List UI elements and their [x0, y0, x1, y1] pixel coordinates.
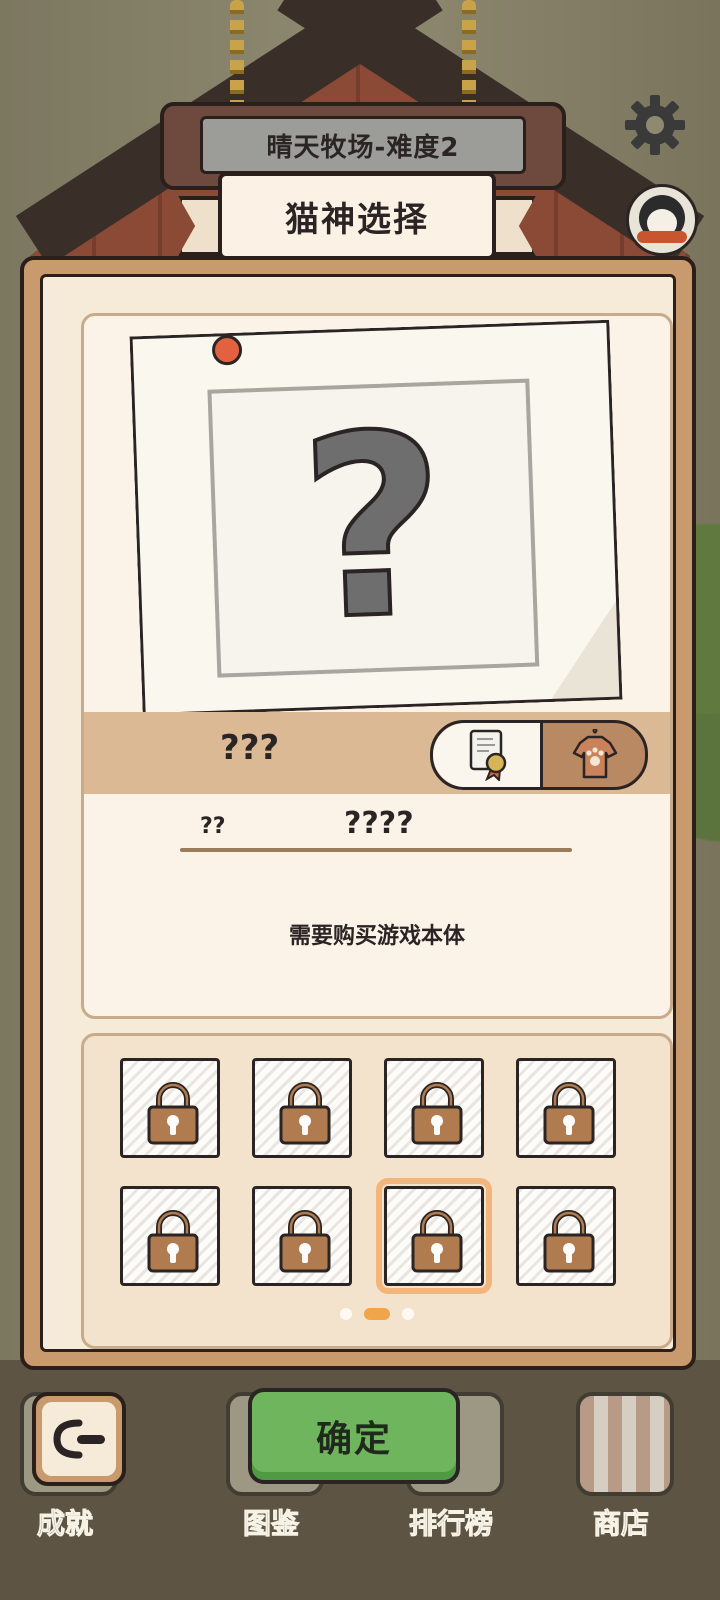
nav-shop[interactable]: 商店	[556, 1392, 686, 1542]
page-dot[interactable]	[402, 1308, 414, 1320]
lock-icon	[145, 1079, 201, 1145]
panel-content: ? ??? ?? ???? 需要购买游戏本体	[40, 274, 676, 1352]
name-bar: ???	[84, 712, 670, 794]
settings-button[interactable]	[620, 90, 690, 160]
cat-god-slot[interactable]	[384, 1058, 484, 1158]
purchase-notice: 需要购买游戏本体	[288, 924, 465, 949]
lock-icon	[541, 1079, 597, 1145]
shop-icon	[576, 1392, 674, 1496]
pin-head	[211, 334, 243, 366]
stat-divider	[180, 848, 572, 852]
page-dot[interactable]	[364, 1308, 390, 1320]
cat-god-slot[interactable]	[120, 1058, 220, 1158]
cat-god-selection-panel: ? ??? ?? ???? 需要购买游戏本体	[20, 256, 696, 1370]
title-ribbon: 猫神选择	[178, 172, 536, 268]
nav-leaderboard-label: 排行榜	[408, 1507, 493, 1541]
title-plate: 猫神选择	[218, 172, 496, 260]
lock-icon	[409, 1079, 465, 1145]
cat-god-info-card: ? ??? ?? ???? 需要购买游戏本体	[81, 313, 673, 1019]
portrait-paper: ?	[130, 320, 623, 717]
cat-god-slot[interactable]	[516, 1186, 616, 1286]
profile-avatar[interactable]	[626, 184, 698, 256]
lock-icon	[145, 1207, 201, 1273]
stat-divider-end	[524, 848, 570, 852]
cat-god-slot[interactable]	[120, 1186, 220, 1286]
cat-god-slot[interactable]	[252, 1186, 352, 1286]
back-arrow-icon	[53, 1419, 105, 1459]
gear-icon	[625, 95, 685, 155]
detail-toggle[interactable]	[430, 720, 648, 790]
lock-icon	[409, 1207, 465, 1273]
cat-god-grid	[81, 1033, 673, 1349]
pushpin-icon	[205, 333, 243, 374]
avatar-scarf	[637, 231, 687, 243]
sign-chain-right	[462, 0, 476, 110]
back-button-face	[42, 1402, 116, 1476]
sign-chain-left	[230, 0, 244, 110]
lock-icon	[277, 1079, 333, 1145]
portrait-frame: ?	[207, 378, 540, 678]
stat-value: ????	[344, 806, 414, 841]
cat-god-slot[interactable]	[516, 1058, 616, 1158]
nav-achievements-label: 成就	[36, 1507, 93, 1541]
unknown-portrait-icon: ?	[294, 378, 453, 678]
shirt-icon[interactable]	[567, 727, 623, 783]
cat-god-slot[interactable]	[376, 1178, 492, 1294]
stage-sign-plate: 晴天牧场-难度2	[200, 116, 526, 174]
stat-label: ??	[200, 814, 226, 839]
stage-sign-text: 晴天牧场-难度2	[266, 132, 460, 163]
lock-icon	[277, 1207, 333, 1273]
cat-god-name: ???	[220, 728, 280, 768]
certificate-icon[interactable]	[461, 727, 517, 783]
page-indicator	[84, 1308, 670, 1320]
back-button[interactable]	[32, 1392, 126, 1486]
lock-icon	[541, 1207, 597, 1273]
cat-god-slot[interactable]	[252, 1058, 352, 1158]
nav-shop-label: 商店	[592, 1507, 649, 1541]
page-dot[interactable]	[340, 1308, 352, 1320]
nav-collection-label: 图鉴	[242, 1507, 299, 1541]
page-title: 猫神选择	[285, 199, 429, 240]
confirm-button[interactable]: 确定	[248, 1388, 460, 1484]
